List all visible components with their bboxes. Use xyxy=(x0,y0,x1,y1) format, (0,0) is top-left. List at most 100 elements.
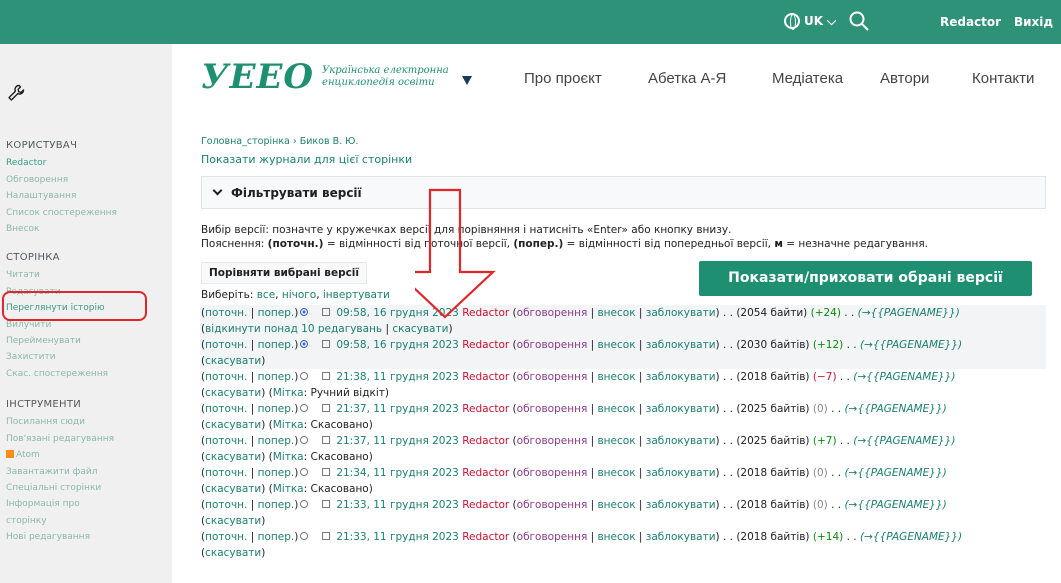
sidebar-item-upload[interactable]: Завантажити файл xyxy=(6,464,114,480)
revision-date-link[interactable]: 21:37, 11 грудня 2023 xyxy=(336,435,459,447)
revision-radio[interactable] xyxy=(300,372,309,380)
logout-link[interactable]: Вихід xyxy=(1014,15,1053,29)
revision-checkbox[interactable] xyxy=(322,436,331,444)
revision-date-link[interactable]: 09:58, 16 грудня 2023 xyxy=(336,307,459,319)
site-logo[interactable]: УЕЕО Українська електронна енциклопедія … xyxy=(201,55,462,99)
revision-checkbox[interactable] xyxy=(322,340,331,348)
user-contribs-link[interactable]: внесок xyxy=(597,371,635,383)
sidebar-item-atom[interactable]: Atom xyxy=(6,447,114,463)
revision-user-link[interactable]: Redactor xyxy=(462,339,509,351)
cur-link[interactable]: поточн. xyxy=(205,435,247,447)
user-talk-link[interactable]: обговорення xyxy=(517,467,588,479)
undo-link[interactable]: скасувати xyxy=(205,483,261,495)
nav-contacts[interactable]: Контакти xyxy=(972,70,1034,87)
undo-link[interactable]: скасувати xyxy=(392,323,448,335)
undo-link[interactable]: скасувати xyxy=(205,451,261,463)
revision-radio[interactable] xyxy=(300,468,309,476)
select-all-link[interactable]: все xyxy=(257,289,275,301)
sidebar-item-special-pages[interactable]: Спеціальні сторінки xyxy=(6,480,114,496)
revision-radio[interactable] xyxy=(300,532,309,540)
revision-date-link[interactable]: 09:58, 16 грудня 2023 xyxy=(336,339,459,351)
user-block-link[interactable]: заблокувати xyxy=(646,499,716,511)
prev-link[interactable]: попер. xyxy=(258,435,295,447)
user-contribs-link[interactable]: внесок xyxy=(597,499,635,511)
prev-link[interactable]: попер. xyxy=(258,531,295,543)
revision-checkbox[interactable] xyxy=(322,372,331,380)
revision-radio[interactable] xyxy=(300,500,309,508)
revision-date-link[interactable]: 21:34, 11 грудня 2023 xyxy=(336,467,459,479)
tag-label-link[interactable]: Мітка xyxy=(273,387,304,399)
prev-link[interactable]: попер. xyxy=(258,499,295,511)
select-none-link[interactable]: нічого xyxy=(282,289,316,301)
user-block-link[interactable]: заблокувати xyxy=(646,339,716,351)
undo-link[interactable]: скасувати xyxy=(205,355,261,367)
sidebar-item-view-history[interactable]: Переглянути історію xyxy=(6,300,108,316)
user-talk-link[interactable]: обговорення xyxy=(517,307,588,319)
prev-link[interactable]: попер. xyxy=(258,403,295,415)
revision-summary[interactable]: (→{{PAGENAME}}) xyxy=(858,307,960,319)
undo-link[interactable]: скасувати xyxy=(205,515,261,527)
revision-user-link[interactable]: Redactor xyxy=(462,467,509,479)
tag-label-link[interactable]: Мітка xyxy=(273,451,304,463)
revision-checkbox[interactable] xyxy=(322,500,331,508)
revision-checkbox[interactable] xyxy=(322,468,331,476)
logs-link[interactable]: Показати журнали для цієї сторінки xyxy=(201,153,412,166)
sidebar-item-delete[interactable]: Вилучити xyxy=(6,317,108,333)
user-block-link[interactable]: заблокувати xyxy=(646,531,716,543)
user-contribs-link[interactable]: внесок xyxy=(597,531,635,543)
sidebar-item-watchlist[interactable]: Список спостереження xyxy=(6,205,117,221)
revision-user-link[interactable]: Redactor xyxy=(462,435,509,447)
cur-link[interactable]: поточн. xyxy=(205,371,247,383)
caret-down-icon[interactable] xyxy=(462,76,472,85)
sidebar-item-related-changes[interactable]: Пов'язані редагування xyxy=(6,431,114,447)
user-contribs-link[interactable]: внесок xyxy=(597,307,635,319)
revision-date-link[interactable]: 21:33, 11 грудня 2023 xyxy=(336,499,459,511)
sidebar-item-page-info[interactable]: Інформація про xyxy=(6,496,114,512)
sidebar-item-preferences[interactable]: Налаштування xyxy=(6,188,117,204)
tag-label-link[interactable]: Мітка xyxy=(273,419,304,431)
revision-user-link[interactable]: Redactor xyxy=(462,531,509,543)
compare-versions-button[interactable]: Порівняти вибрані версії xyxy=(201,262,368,284)
user-talk-link[interactable]: обговорення xyxy=(517,435,588,447)
cur-link[interactable]: поточн. xyxy=(205,339,247,351)
revision-summary[interactable]: (→{{PAGENAME}}) xyxy=(860,339,962,351)
revision-summary[interactable]: (→{{PAGENAME}}) xyxy=(853,371,955,383)
search-icon[interactable] xyxy=(848,10,870,32)
user-contribs-link[interactable]: внесок xyxy=(597,339,635,351)
wrench-icon[interactable] xyxy=(7,84,25,102)
language-selector[interactable]: UK ⌵ xyxy=(784,13,836,30)
cur-link[interactable]: поточн. xyxy=(205,403,247,415)
revision-radio[interactable] xyxy=(300,340,309,348)
user-block-link[interactable]: заблокувати xyxy=(646,403,716,415)
filter-revisions-toggle[interactable]: Фільтрувати версії xyxy=(201,176,1046,209)
revision-date-link[interactable]: 21:33, 11 грудня 2023 xyxy=(336,531,459,543)
user-block-link[interactable]: заблокувати xyxy=(646,435,716,447)
revision-summary[interactable]: (→{{PAGENAME}}) xyxy=(844,499,946,511)
revision-date-link[interactable]: 21:37, 11 грудня 2023 xyxy=(336,403,459,415)
user-contribs-link[interactable]: внесок xyxy=(597,467,635,479)
user-talk-link[interactable]: обговорення xyxy=(517,499,588,511)
select-invert-link[interactable]: інвертувати xyxy=(323,289,390,301)
revision-radio[interactable] xyxy=(300,436,309,444)
undo-link[interactable]: скасувати xyxy=(205,419,261,431)
user-talk-link[interactable]: обговорення xyxy=(517,371,588,383)
user-block-link[interactable]: заблокувати xyxy=(646,467,716,479)
user-block-link[interactable]: заблокувати xyxy=(646,371,716,383)
sidebar-item-unwatch[interactable]: Скас. спостереження xyxy=(6,366,108,382)
tag-label-link[interactable]: Мітка xyxy=(273,483,304,495)
sidebar-item-page-info-2[interactable]: сторінку xyxy=(6,513,114,529)
revision-checkbox[interactable] xyxy=(322,404,331,412)
prev-link[interactable]: попер. xyxy=(258,371,295,383)
undo-link[interactable]: скасувати xyxy=(205,387,261,399)
sidebar-item-protect[interactable]: Захистити xyxy=(6,349,108,365)
sidebar-item-move[interactable]: Перейменувати xyxy=(6,333,108,349)
prev-link[interactable]: попер. xyxy=(258,339,295,351)
revision-user-link[interactable]: Redactor xyxy=(462,307,509,319)
sidebar-item-read[interactable]: Читати xyxy=(6,267,108,283)
user-block-link[interactable]: заблокувати xyxy=(646,307,716,319)
revision-checkbox[interactable] xyxy=(322,532,331,540)
nav-alphabet[interactable]: Абетка А-Я xyxy=(648,70,726,87)
sidebar-item-contributions[interactable]: Внесок xyxy=(6,221,117,237)
prev-link[interactable]: попер. xyxy=(258,307,295,319)
breadcrumb[interactable]: Головна_сторінка › Биков В. Ю. xyxy=(201,136,358,147)
